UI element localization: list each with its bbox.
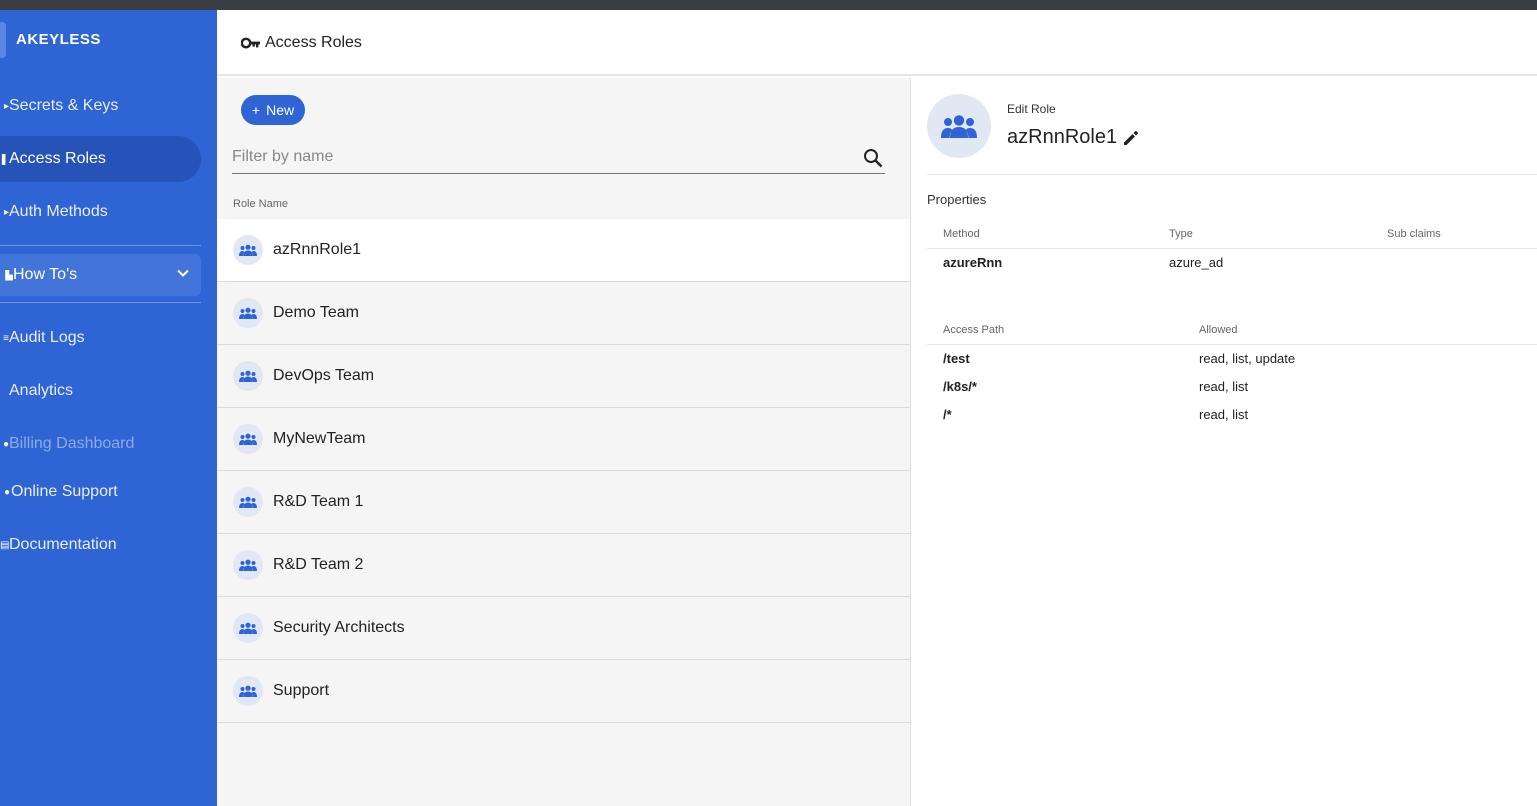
search-icon[interactable] <box>863 148 883 168</box>
column-header-sub-claims: Sub claims <box>1387 228 1441 240</box>
column-header-allowed: Allowed <box>1199 324 1238 336</box>
column-header-method: Method <box>943 228 980 240</box>
sidebar-item-label: Secrets & Keys <box>9 97 119 114</box>
list-item[interactable]: Security Architects <box>217 597 910 660</box>
sidebar-item-label: Auth Methods <box>9 203 108 220</box>
auth-method-name: azureRnn <box>943 255 1003 270</box>
role-title: azRnnRole1 <box>1007 126 1141 149</box>
users-icon <box>233 235 263 265</box>
sidebar-item-online-support[interactable]: ● Online Support <box>0 469 201 515</box>
table-divider <box>927 248 1537 249</box>
filter-input[interactable] <box>232 142 832 172</box>
list-item[interactable]: Demo Team <box>217 282 910 345</box>
browser-top-strip <box>0 0 1537 10</box>
billing-icon: ● <box>2 438 9 450</box>
list-item[interactable]: azRnnRole1 <box>217 219 910 282</box>
support-icon: ● <box>3 486 10 498</box>
logo-text: AKEYLESS <box>16 31 101 48</box>
sidebar-item-documentation[interactable]: ▤ Documentation <box>0 522 201 568</box>
list-item[interactable]: Support <box>217 660 910 723</box>
sidebar-item-secrets-keys[interactable]: ▸ Secrets & Keys <box>0 83 201 129</box>
access-allowed: read, list <box>1199 379 1249 394</box>
sidebar-divider <box>0 302 201 303</box>
new-role-button[interactable]: + New <box>241 95 305 125</box>
role-name: Security Architects <box>273 619 405 636</box>
roles-list: azRnnRole1 Demo Team DevOps Team MyNewTe… <box>217 219 910 723</box>
list-item[interactable]: MyNewTeam <box>217 408 910 471</box>
roles-icon: ▌ <box>1 153 9 165</box>
list-item[interactable]: R&D Team 1 <box>217 471 910 534</box>
roles-list-panel: + New Role Name azRnnRole1 Demo Team Dev… <box>217 78 910 806</box>
sidebar-divider <box>0 245 201 246</box>
sidebar: AKEYLESS ▸ Secrets & Keys ▌ Access Roles… <box>0 10 217 806</box>
document-icon: ▤ <box>0 539 9 551</box>
list-item[interactable]: DevOps Team <box>217 345 910 408</box>
role-name: azRnnRole1 <box>273 241 362 258</box>
users-icon <box>233 298 263 328</box>
sidebar-item-label: Documentation <box>9 536 117 553</box>
role-name: Support <box>273 682 330 699</box>
list-item[interactable]: R&D Team 2 <box>217 534 910 597</box>
sidebar-item-billing-dashboard[interactable]: ● Billing Dashboard <box>0 421 201 467</box>
users-icon <box>233 676 263 706</box>
sidebar-item-how-tos[interactable]: ▙ How To's <box>0 254 201 296</box>
logo-mark <box>0 22 6 58</box>
sidebar-item-audit-logs[interactable]: ≡ Audit Logs <box>0 315 201 361</box>
sidebar-item-label: Online Support <box>11 483 118 500</box>
chevron-down-icon[interactable] <box>177 267 189 279</box>
access-allowed: read, list <box>1199 407 1249 422</box>
sidebar-item-label: Audit Logs <box>9 329 85 346</box>
key-icon: ▸ <box>3 100 9 112</box>
column-header-access-path: Access Path <box>943 324 1005 336</box>
book-icon: ▙ <box>5 269 13 281</box>
role-name-column-header: Role Name <box>233 198 289 210</box>
users-icon <box>233 550 263 580</box>
users-icon <box>233 361 263 391</box>
role-name: DevOps Team <box>273 367 375 384</box>
users-icon <box>233 487 263 517</box>
sidebar-item-label: Billing Dashboard <box>9 435 135 452</box>
role-name: R&D Team 2 <box>273 556 364 573</box>
users-icon <box>927 94 991 158</box>
auth-methods-table: Method Type Sub claims azureRnn azure_ad <box>927 228 1537 278</box>
role-detail-panel: Edit Role azRnnRole1 Properties Method T… <box>910 78 1537 806</box>
page-header: Access Roles <box>217 10 1537 76</box>
column-header-type: Type <box>1169 228 1193 240</box>
users-icon <box>233 613 263 643</box>
access-path: /k8s/* <box>943 379 977 394</box>
auth-method-type: azure_ad <box>1169 255 1224 270</box>
lock-icon: ▸ <box>3 206 9 218</box>
logo[interactable]: AKEYLESS <box>0 20 217 58</box>
edit-role-label: Edit Role <box>1007 102 1056 116</box>
users-icon <box>233 424 263 454</box>
access-path: /test <box>943 351 970 366</box>
sidebar-item-label: Analytics <box>9 382 74 399</box>
pencil-icon[interactable] <box>1121 128 1141 148</box>
access-path: /* <box>943 407 952 422</box>
role-name: MyNewTeam <box>273 430 366 447</box>
key-icon <box>241 37 260 49</box>
list-icon: ≡ <box>3 332 9 344</box>
access-allowed: read, list, update <box>1199 351 1296 366</box>
role-title-text: azRnnRole1 <box>1007 126 1118 148</box>
sidebar-item-auth-methods[interactable]: ▸ Auth Methods <box>0 189 201 235</box>
role-name: R&D Team 1 <box>273 493 364 510</box>
plus-icon: + <box>251 102 261 118</box>
properties-label: Properties <box>927 192 987 207</box>
sidebar-item-label: How To's <box>13 266 78 283</box>
table-divider <box>927 344 1537 345</box>
page-title: Access Roles <box>265 34 362 51</box>
filter-field <box>232 142 885 174</box>
sidebar-item-label: Access Roles <box>9 150 106 167</box>
access-paths-table: Access Path Allowed /test read, list, up… <box>927 324 1537 434</box>
sidebar-item-access-roles[interactable]: ▌ Access Roles <box>0 136 201 182</box>
sidebar-item-analytics[interactable]: Analytics <box>0 368 201 414</box>
header-separator <box>927 174 1537 175</box>
new-button-label: New <box>266 102 295 118</box>
role-name: Demo Team <box>273 304 359 321</box>
